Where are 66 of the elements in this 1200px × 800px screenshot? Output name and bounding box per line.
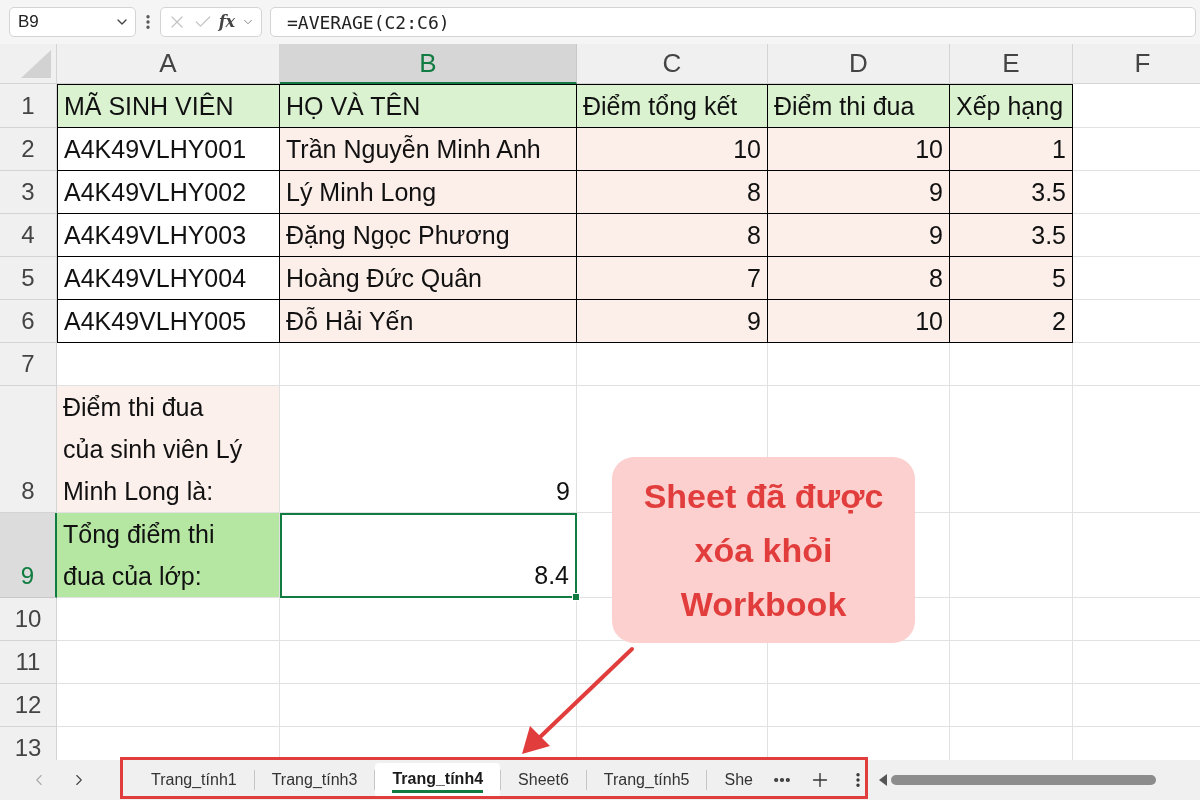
row-header[interactable]: 10 (0, 598, 57, 641)
table-cell: Điểm thi đua của sinh viên Lý Minh Long là: (57, 386, 280, 513)
table-cell: 8 (768, 257, 950, 300)
fill-handle-icon[interactable] (572, 593, 580, 601)
table-cell: 9 (768, 171, 950, 214)
table-cell: 9 (577, 300, 768, 343)
row-header[interactable]: 7 (0, 343, 57, 386)
sheet-tab[interactable]: Trang_tính5 (586, 763, 707, 797)
scroll-left-icon[interactable] (878, 774, 887, 786)
row-header[interactable]: 1 (0, 84, 57, 128)
table-cell: Điểm tổng kết (577, 84, 768, 128)
column-header[interactable]: B (280, 44, 577, 84)
table-cell: 8 (577, 214, 768, 257)
table-cell: Điểm thi đua (768, 84, 950, 128)
table-cell: 3.5 (950, 214, 1073, 257)
table-cell: A4K49VLHY004 (57, 257, 280, 300)
callout-label: Sheet đã được xóa khỏi Workbook (612, 457, 915, 643)
table-cell: 8.4 (280, 513, 577, 598)
table-cell: 2 (950, 300, 1073, 343)
table-cell: 8 (577, 171, 768, 214)
table-cell: 10 (768, 300, 950, 343)
table-cell: A4K49VLHY001 (57, 128, 280, 171)
row-header[interactable]: 5 (0, 257, 57, 300)
table-cell: 10 (768, 128, 950, 171)
table-cell: 9 (768, 214, 950, 257)
table-cell: A4K49VLHY005 (57, 300, 280, 343)
row-header[interactable]: 9 (0, 513, 57, 598)
row-header[interactable]: 13 (0, 727, 57, 760)
scrollbar-thumb[interactable] (890, 775, 1156, 785)
table-cell: Trần Nguyễn Minh Anh (280, 128, 577, 171)
column-header[interactable]: F (1073, 44, 1200, 84)
table-cell: 3.5 (950, 171, 1073, 214)
table-cell: 1 (950, 128, 1073, 171)
sheet-tab[interactable]: She (707, 763, 770, 797)
table-cell: Tổng điểm thi đua của lớp: (57, 513, 280, 598)
sheet-tab[interactable]: Trang_tính3 (254, 763, 375, 797)
row-header[interactable]: 12 (0, 684, 57, 727)
table-cell: A4K49VLHY003 (57, 214, 280, 257)
sheet-tab[interactable]: Trang_tính1 (134, 763, 254, 797)
sheet-tab[interactable]: Sheet6 (501, 763, 586, 797)
formula-field[interactable]: =AVERAGE(C2:C6) (270, 7, 1196, 37)
row-header[interactable]: 3 (0, 171, 57, 214)
table-cell: 5 (950, 257, 1073, 300)
row-header[interactable]: 11 (0, 641, 57, 684)
row-header[interactable]: 6 (0, 300, 57, 343)
sheet-tab[interactable]: Trang_tính4 (375, 763, 501, 797)
row-header[interactable]: 4 (0, 214, 57, 257)
table-cell: Đặng Ngọc Phương (280, 214, 577, 257)
insert-function-button[interactable]: fx (218, 14, 236, 30)
name-box[interactable]: B9 (9, 7, 136, 37)
table-cell: 10 (577, 128, 768, 171)
table-cell: 7 (577, 257, 768, 300)
column-header[interactable]: D (768, 44, 950, 84)
table-cell: MÃ SINH VIÊN (57, 84, 280, 128)
column-header[interactable]: A (57, 44, 280, 84)
table-cell: Lý Minh Long (280, 171, 577, 214)
column-header[interactable]: E (950, 44, 1073, 84)
table-cell: 9 (280, 386, 577, 513)
table-cell: HỌ VÀ TÊN (280, 84, 577, 128)
row-header[interactable]: 8 (0, 386, 57, 513)
table-cell: Đỗ Hải Yến (280, 300, 577, 343)
column-header[interactable]: C (577, 44, 768, 84)
table-cell: Xếp hạng (950, 84, 1073, 128)
row-header[interactable]: 2 (0, 128, 57, 171)
table-cell: Hoàng Đức Quân (280, 257, 577, 300)
table-cell: A4K49VLHY002 (57, 171, 280, 214)
